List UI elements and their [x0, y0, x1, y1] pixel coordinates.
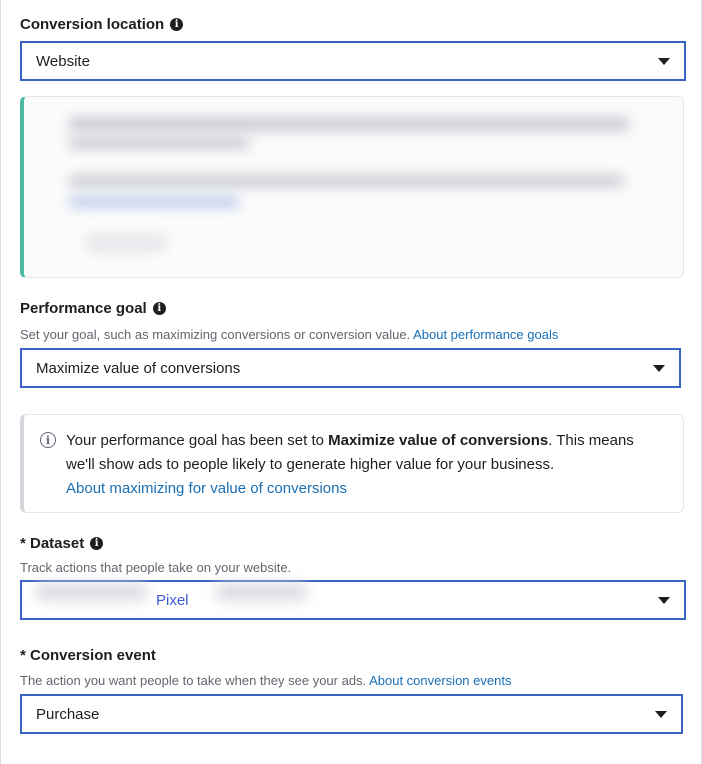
performance-goal-label: Performance goal	[20, 300, 147, 317]
dataset-helper: Track actions that people take on your w…	[20, 560, 291, 575]
performance-goal-value: Maximize value of conversions	[36, 359, 241, 377]
performance-goal-helper: Set your goal, such as maximizing conver…	[20, 327, 558, 342]
caret-down-icon	[658, 57, 670, 65]
conversion-event-helper: The action you want people to take when …	[20, 673, 511, 688]
caret-down-icon	[653, 364, 665, 372]
blurred-notice-card	[20, 96, 684, 278]
dataset-value-wrap: Pixel	[36, 583, 658, 609]
dataset-helper-text: Track actions that people take on your w…	[20, 560, 292, 575]
about-conversion-events-link[interactable]: About conversion events	[369, 673, 511, 688]
conversion-event-value: Purchase	[36, 705, 100, 723]
conversion-location-value: Website	[36, 52, 90, 70]
info-text-bold: Maximize value of conversions	[328, 432, 549, 449]
performance-goal-info-card: i Your performance goal has been set to …	[20, 414, 684, 513]
about-performance-goals-link[interactable]: About performance goals	[413, 327, 558, 342]
caret-down-icon	[655, 710, 667, 718]
performance-goal-select[interactable]: Maximize value of conversions	[20, 348, 681, 388]
blurred-dataset-id	[216, 583, 306, 600]
info-card-text: Your performance goal has been set to Ma…	[66, 429, 666, 501]
performance-goal-heading: Performance goal i	[20, 300, 166, 317]
about-maximizing-value-link[interactable]: About maximizing for value of conversion…	[66, 480, 347, 497]
caret-down-icon	[658, 596, 670, 604]
blurred-dataset-name	[36, 583, 146, 600]
info-icon[interactable]: i	[152, 302, 166, 315]
conversion-event-select[interactable]: Purchase	[20, 694, 683, 734]
dataset-value: Pixel	[156, 591, 189, 609]
conversion-location-heading: Conversion location i	[20, 16, 184, 33]
info-text-before: Your performance goal has been set to	[66, 432, 329, 449]
dataset-select[interactable]: Pixel	[20, 580, 686, 620]
conversion-event-label: * Conversion event	[20, 647, 156, 664]
conversion-event-helper-text: The action you want people to take when …	[20, 673, 367, 688]
dataset-heading: * Dataset i	[20, 535, 104, 552]
dataset-label: * Dataset	[20, 535, 85, 552]
info-icon[interactable]: i	[170, 18, 184, 31]
panel-left-border	[0, 0, 1, 764]
info-circle-icon: i	[40, 432, 56, 448]
performance-goal-helper-text: Set your goal, such as maximizing conver…	[20, 327, 411, 342]
conversion-location-label: Conversion location	[20, 16, 165, 33]
conversion-location-select[interactable]: Website	[20, 41, 686, 81]
info-icon[interactable]: i	[90, 537, 104, 550]
conversion-event-heading: * Conversion event	[20, 647, 156, 664]
